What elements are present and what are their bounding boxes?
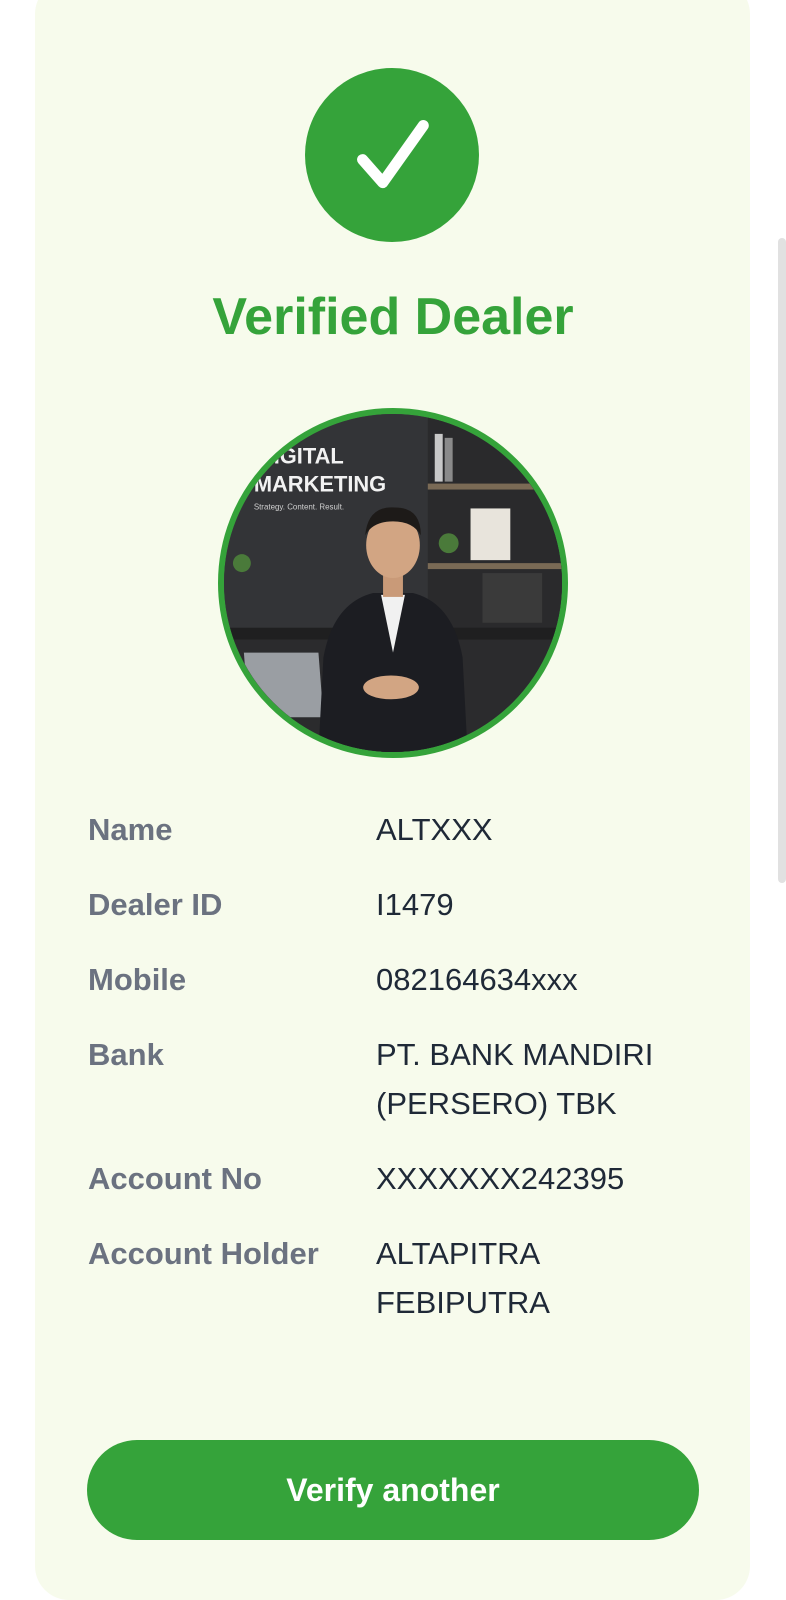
photo-sign-tagline: Strategy. Content. Result. xyxy=(254,502,344,511)
detail-label: Account No xyxy=(88,1161,262,1196)
detail-label: Name xyxy=(88,812,173,847)
detail-row-name: Name ALTXXX xyxy=(88,805,708,854)
detail-value: I1479 xyxy=(376,887,454,922)
detail-value: ALTAPITRA FEBIPUTRA xyxy=(376,1236,550,1320)
detail-value: 082164634xxx xyxy=(376,962,578,997)
photo-sign-line2: MARKETING xyxy=(254,472,386,497)
detail-row-account-no: Account No XXXXXXX242395 xyxy=(88,1154,708,1203)
detail-row-mobile: Mobile 082164634xxx xyxy=(88,955,708,1004)
detail-label: Mobile xyxy=(88,962,187,997)
detail-value: PT. BANK MANDIRI (PERSERO) TBK xyxy=(376,1037,654,1121)
detail-row-dealer-id: Dealer ID I1479 xyxy=(88,880,708,929)
verification-page: Verified Dealer IGITAL MARKETING Strateg… xyxy=(0,0,786,1600)
check-mark-icon xyxy=(357,120,429,189)
page-title: Verified Dealer xyxy=(212,288,574,346)
detail-row-bank: Bank PT. BANK MANDIRI (PERSERO) TBK xyxy=(88,1030,708,1128)
detail-value: XXXXXXX242395 xyxy=(376,1161,625,1196)
dealer-photo: IGITAL MARKETING Strategy. Content. Resu… xyxy=(224,414,562,752)
detail-label: Account Holder xyxy=(88,1236,319,1271)
check-icon xyxy=(305,68,479,242)
photo-sign-line1: IGITAL xyxy=(274,444,344,469)
detail-row-account-holder: Account Holder ALTAPITRA FEBIPUTRA xyxy=(88,1229,708,1327)
verify-another-button[interactable]: Verify another xyxy=(87,1440,699,1540)
detail-label: Dealer ID xyxy=(88,887,223,922)
detail-value: ALTXXX xyxy=(376,812,493,847)
detail-label: Bank xyxy=(88,1037,164,1072)
dealer-details: Name ALTXXX Dealer ID I1479 Mobile 08216… xyxy=(88,805,708,1353)
dealer-avatar: IGITAL MARKETING Strategy. Content. Resu… xyxy=(218,408,568,758)
